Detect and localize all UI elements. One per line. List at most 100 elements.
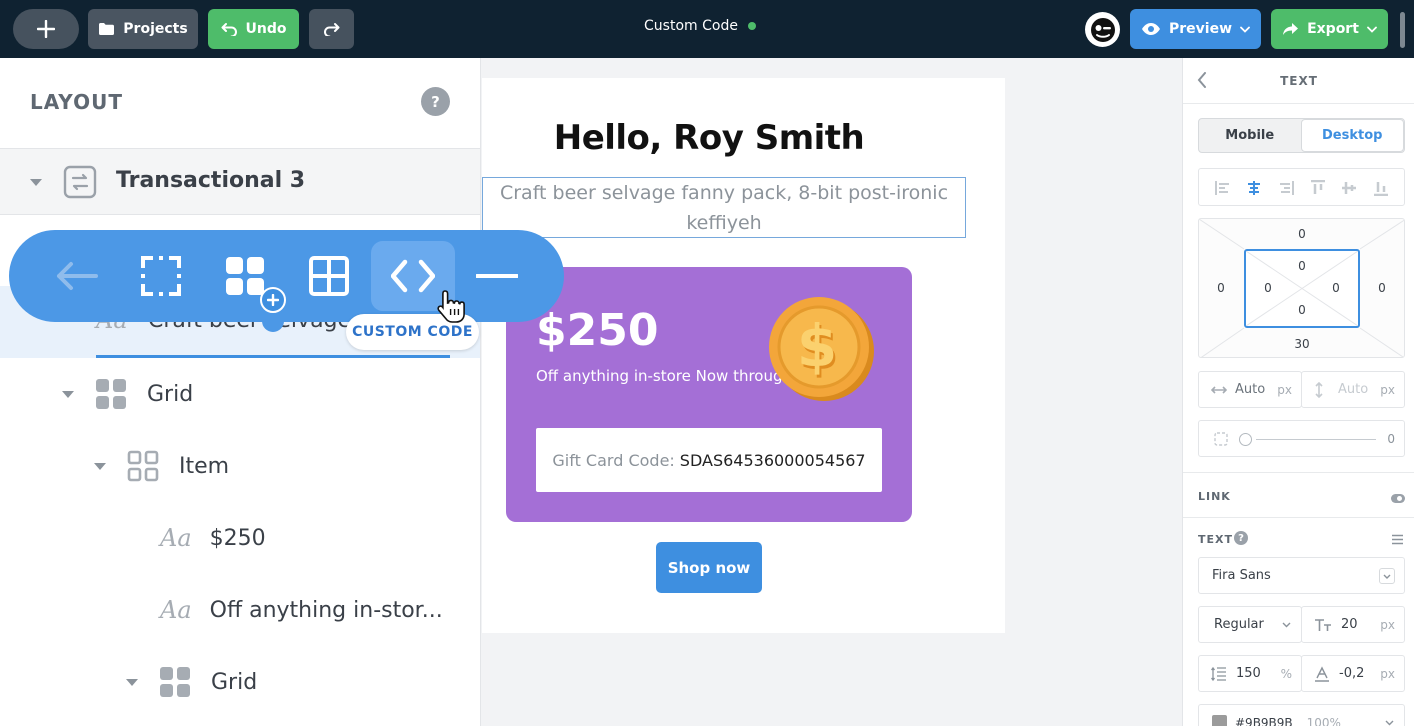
tree-row-price[interactable]: Aa $250	[160, 518, 266, 558]
gift-code-label: Gift Card Code:	[552, 450, 675, 470]
avatar[interactable]	[1085, 12, 1120, 47]
align-left-icon[interactable]	[1215, 180, 1231, 196]
tree-row-label: Off anything in-stor...	[209, 597, 443, 623]
tab-desktop[interactable]: Desktop	[1300, 119, 1404, 152]
height-unit: px	[1380, 382, 1395, 397]
share-arrow-icon	[1283, 23, 1299, 35]
tree-row-label: $250	[209, 525, 266, 551]
alignment-controls	[1198, 168, 1405, 206]
device-toggle: Mobile Desktop	[1198, 118, 1405, 153]
margin-right-value[interactable]: 0	[1367, 281, 1397, 295]
menu-lines-icon[interactable]	[1391, 534, 1404, 545]
plus-icon	[267, 294, 279, 306]
help-button[interactable]: ?	[421, 87, 450, 116]
chevron-down-icon	[1367, 26, 1377, 33]
padding-top-value[interactable]: 0	[1287, 259, 1317, 273]
font-weight-select[interactable]: Regular	[1198, 606, 1302, 643]
letter-spacing-value: -0,2	[1339, 666, 1365, 681]
chevron-down-icon[interactable]	[62, 390, 74, 398]
hand-cursor-icon	[437, 290, 465, 323]
undo-button[interactable]: Undo	[208, 9, 299, 49]
radius-slider-handle[interactable]	[1239, 433, 1252, 446]
box-model-editor: 0 0 30 0 0 0 0 0	[1198, 218, 1405, 358]
chevron-down-icon[interactable]	[94, 462, 106, 470]
font-family-select[interactable]: Fira Sans	[1198, 557, 1405, 594]
coin-icon[interactable]: $ $	[764, 293, 876, 403]
toolbar-divider-button[interactable]	[455, 241, 539, 311]
email-body-text[interactable]: Craft beer selvage fanny pack, 8-bit pos…	[482, 177, 966, 238]
letter-spacing-icon	[1315, 665, 1329, 682]
toolbar-back-button[interactable]	[35, 241, 119, 311]
letter-spacing-field[interactable]: -0,2 px	[1301, 655, 1405, 692]
grid-icon	[226, 257, 264, 295]
link-toggle[interactable]	[1391, 494, 1405, 503]
text-color-field[interactable]: #9B9B9B 100%	[1198, 704, 1405, 726]
export-button[interactable]: Export	[1271, 9, 1388, 49]
document-title-text: Custom Code	[644, 18, 738, 34]
email-greeting[interactable]: Hello, Roy Smith	[482, 118, 936, 158]
element-insert-toolbar	[9, 230, 564, 322]
align-bottom-icon[interactable]	[1373, 180, 1389, 196]
insert-position-line	[96, 355, 450, 358]
line-height-value: 150	[1236, 666, 1261, 681]
padding-bottom-value[interactable]: 0	[1287, 303, 1317, 317]
chevron-down-icon[interactable]	[126, 678, 138, 686]
select-frame-icon	[141, 256, 181, 296]
width-unit: px	[1277, 382, 1292, 397]
tree-row-grid-nested[interactable]: Grid	[126, 662, 257, 702]
margin-top-value[interactable]: 0	[1287, 227, 1317, 241]
align-top-icon[interactable]	[1310, 180, 1326, 196]
toolbar-select-frame-button[interactable]	[119, 241, 203, 311]
radius-value[interactable]: 0	[1387, 432, 1395, 446]
color-hex-value: #9B9B9B	[1235, 715, 1293, 726]
topbar-scroll-handle[interactable]	[1400, 12, 1405, 48]
preview-button[interactable]: Preview	[1130, 9, 1261, 49]
font-size-field[interactable]: 20 px	[1301, 606, 1405, 643]
align-middle-icon[interactable]	[1341, 180, 1357, 196]
line-height-field[interactable]: 150 %	[1198, 655, 1302, 692]
margin-left-value[interactable]: 0	[1206, 281, 1236, 295]
eye-icon	[1141, 23, 1160, 35]
height-arrows-icon	[1315, 381, 1323, 398]
grid-icon	[160, 667, 190, 697]
preview-label: Preview	[1168, 21, 1232, 37]
text-help-icon[interactable]: ?	[1234, 531, 1248, 545]
shop-now-button[interactable]: Shop now	[656, 542, 762, 593]
border-radius-field: 0	[1198, 420, 1405, 457]
gift-amount[interactable]: $250	[536, 305, 658, 356]
letter-spacing-unit: px	[1380, 666, 1395, 681]
folder-icon	[99, 23, 115, 35]
gift-code-box[interactable]: Gift Card Code: SDAS64536000054567	[536, 428, 882, 492]
radius-slider-track[interactable]	[1256, 439, 1376, 440]
text-type-icon: Aa	[160, 524, 192, 552]
tree-row-offer[interactable]: Aa Off anything in-stor...	[160, 590, 443, 630]
divider	[1183, 103, 1414, 104]
tab-mobile[interactable]: Mobile	[1199, 119, 1301, 152]
color-swatch[interactable]	[1212, 715, 1227, 726]
line-height-unit: %	[1280, 666, 1292, 681]
layout-heading: LAYOUT	[30, 90, 123, 114]
tree-row-label: Grid	[211, 669, 258, 695]
projects-button[interactable]: Projects	[88, 9, 198, 49]
back-arrow-icon	[57, 262, 98, 290]
tree-row-grid[interactable]: Grid	[62, 374, 193, 414]
tree-row-template[interactable]: Transactional 3	[0, 148, 480, 215]
margin-bottom-value[interactable]: 30	[1287, 337, 1317, 351]
add-button[interactable]	[13, 9, 79, 49]
gift-card[interactable]: $250 Off anything in-store Now through 3…	[506, 267, 912, 522]
padding-left-value[interactable]: 0	[1253, 281, 1283, 295]
tree-row-item[interactable]: Item	[94, 446, 229, 486]
align-right-icon[interactable]	[1278, 180, 1294, 196]
svg-text:$: $	[797, 312, 837, 380]
item-icon	[127, 450, 159, 482]
height-field[interactable]: Auto px	[1301, 371, 1405, 408]
toolbar-table-button[interactable]	[287, 241, 371, 311]
padding-right-value[interactable]: 0	[1321, 281, 1351, 295]
width-field[interactable]: Auto px	[1198, 371, 1302, 408]
tree-row-label: Grid	[147, 381, 194, 407]
link-section-label: LINK	[1198, 490, 1231, 503]
insert-plus-button[interactable]	[260, 287, 286, 313]
align-center-icon[interactable]	[1246, 180, 1262, 196]
chevron-down-icon[interactable]	[30, 179, 42, 186]
redo-button[interactable]	[309, 9, 354, 49]
